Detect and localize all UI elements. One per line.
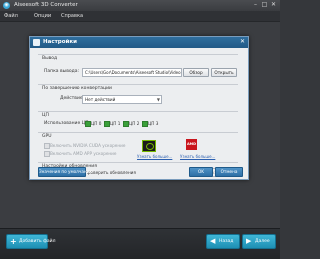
nvidia-logo-icon	[142, 140, 156, 152]
settings-icon	[33, 39, 40, 46]
amd-logo-icon: AMD	[186, 139, 197, 150]
cpu1-label: ЦП 1	[110, 121, 121, 126]
add-file-button[interactable]: + Добавить файл	[6, 234, 56, 249]
after-convert-section-label: По завершению конвертации	[42, 86, 112, 91]
menu-file[interactable]: Файл	[4, 13, 18, 19]
action-label: Действие:	[60, 96, 85, 101]
restore-defaults-button[interactable]: Значения по умолчанию	[38, 167, 93, 177]
back-label: Назад	[219, 239, 234, 244]
next-label: Далее	[255, 239, 270, 244]
settings-dialog: Настройки ✕ Вывод Папка вывода: C:\Users…	[29, 36, 249, 180]
cpu0-label: ЦП 0	[91, 121, 102, 126]
action-select-value: Нет действий	[85, 97, 116, 102]
close-window-button[interactable]: ✕	[270, 2, 277, 8]
browse-button[interactable]: Обзор	[183, 68, 209, 77]
chevron-down-icon: ▼	[156, 97, 160, 102]
output-folder-field[interactable]: C:\Users\Gor\Documents\Aiseesoft Studio\…	[82, 68, 182, 77]
bottom-toolbar: + Добавить файл ◀ Назад ▶ Далее	[0, 228, 280, 259]
menu-help[interactable]: Справка	[61, 13, 83, 19]
cpu2-label: ЦП 2	[129, 121, 140, 126]
plus-icon: +	[10, 237, 17, 246]
output-section-label: Вывод	[42, 56, 58, 61]
action-select[interactable]: Нет действий ▼	[82, 95, 162, 104]
next-button[interactable]: ▶ Далее	[242, 234, 276, 249]
add-file-label: Добавить файл	[19, 239, 56, 244]
cpu-section-label: ЦП	[42, 113, 49, 118]
ok-button[interactable]: OK	[189, 167, 213, 177]
dialog-titlebar: Настройки ✕	[30, 37, 248, 48]
maximize-button[interactable]: □	[261, 2, 268, 8]
cpu-usage-label: Использование ЦП:	[44, 121, 91, 126]
menubar: Файл Опции Справка	[0, 11, 280, 22]
app-title: Aiseesoft 3D Converter	[14, 2, 78, 8]
minimize-button[interactable]: –	[252, 2, 259, 8]
nvidia-cuda-label: Включить NVIDIA CUDA ускорение	[50, 143, 126, 148]
cancel-button[interactable]: Отмена	[215, 167, 243, 177]
arrow-right-icon: ▶	[246, 237, 252, 245]
menu-options[interactable]: Опции	[34, 13, 51, 19]
output-folder-label: Папка вывода:	[44, 69, 79, 74]
cpu3-label: ЦП 3	[148, 121, 159, 126]
app-logo-icon: ◉	[3, 2, 10, 9]
open-folder-button[interactable]: Открыть	[211, 68, 237, 77]
gpu-section-label: GPU	[42, 134, 52, 139]
dialog-close-icon[interactable]: ✕	[240, 38, 245, 45]
arrow-left-icon: ◀	[210, 237, 216, 245]
back-button[interactable]: ◀ Назад	[206, 234, 240, 249]
amd-learn-more-link[interactable]: Узнать больше...	[180, 154, 215, 159]
nvidia-learn-more-link[interactable]: Узнать больше...	[137, 154, 172, 159]
dialog-title: Настройки	[43, 39, 77, 45]
app-titlebar: ◉ Aiseesoft 3D Converter – □ ✕	[0, 0, 280, 11]
amd-app-label: Включить AMD APP ускорение	[50, 151, 117, 156]
